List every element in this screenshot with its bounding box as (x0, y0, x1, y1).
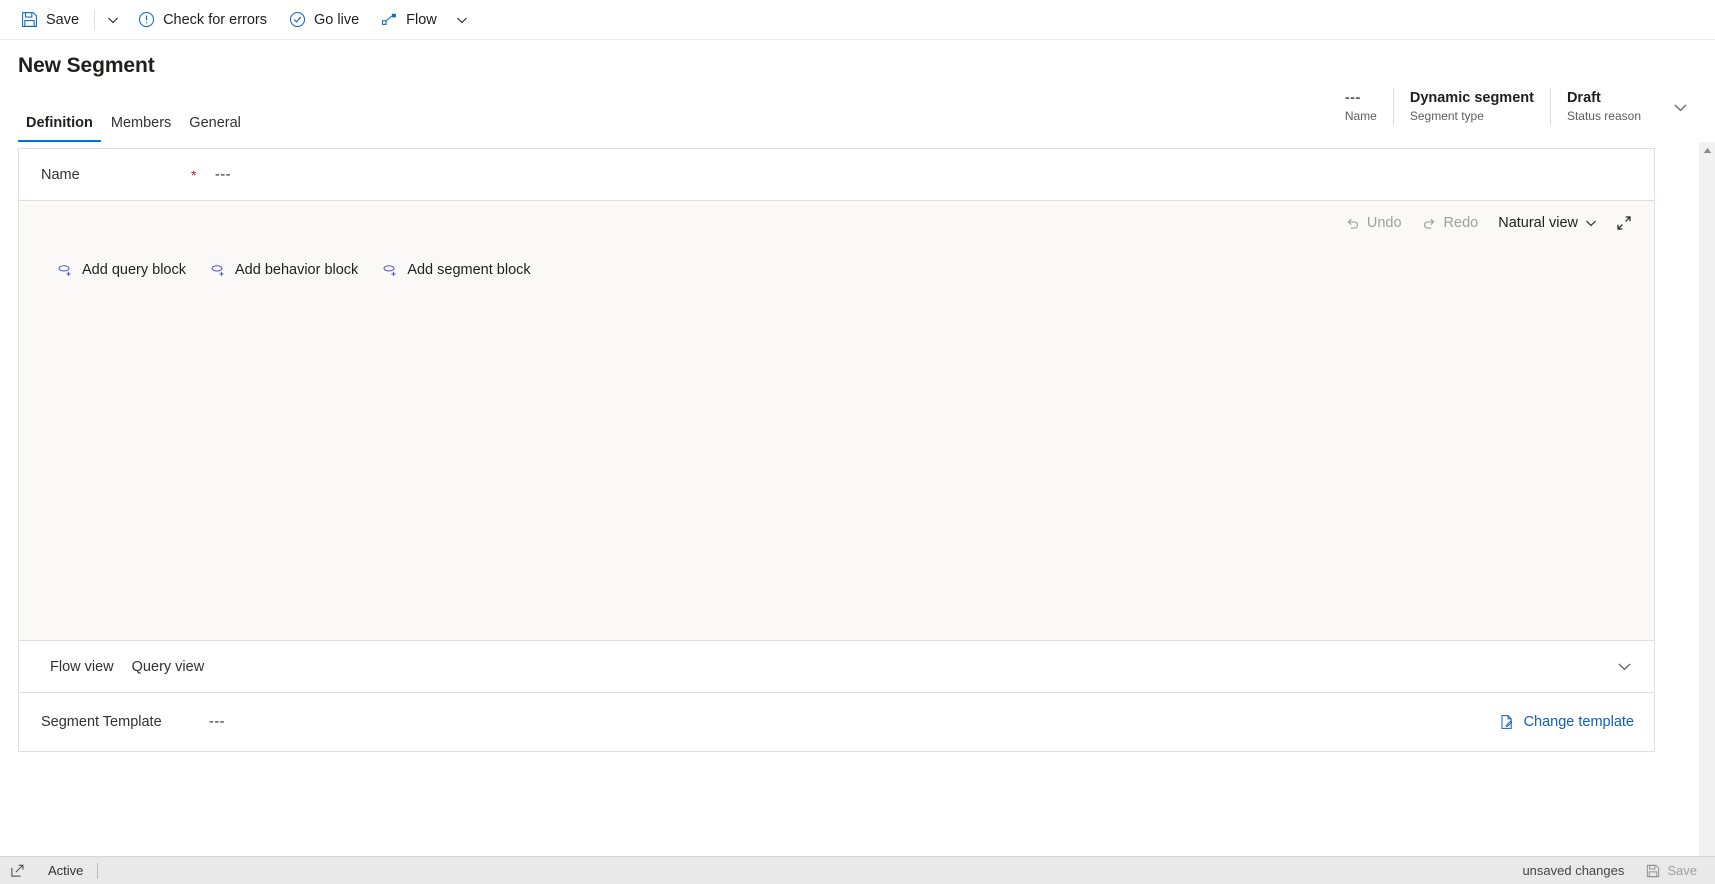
header-field-status-reason-label: Status reason (1566, 109, 1641, 123)
check-for-errors-label: Check for errors (163, 11, 268, 28)
tab-members-label: Members (110, 115, 172, 131)
undo-arrow-icon (1345, 216, 1360, 231)
status-bar-right: unsaved changes Save (1522, 861, 1715, 880)
flow-view-tab-label: Flow view (50, 658, 114, 675)
change-template-label: Change template (1523, 714, 1634, 730)
chevron-down-icon (1673, 100, 1688, 115)
status-bar: Active unsaved changes Save (0, 856, 1715, 884)
page-body: Name * --- Undo Redo Natural view Add qu… (0, 142, 1715, 880)
definition-card: Name * --- Undo Redo Natural view Add qu… (18, 148, 1655, 752)
view-mode-label: Natural view (1498, 215, 1578, 231)
tab-members[interactable]: Members (103, 113, 179, 142)
view-mode-dropdown[interactable]: Natural view (1489, 207, 1606, 239)
go-live-button[interactable]: Go live (278, 0, 370, 40)
add-query-block-button[interactable]: Add query block (49, 257, 194, 283)
expand-diagonal-icon (1616, 215, 1632, 231)
status-state-label: Active (48, 863, 84, 878)
edit-document-icon (1499, 714, 1515, 730)
scroll-up-arrow-icon (1703, 147, 1712, 154)
header-field-name-value: --- (1344, 90, 1361, 106)
unsaved-changes-label: unsaved changes (1522, 863, 1625, 878)
popout-window-button[interactable] (0, 857, 34, 884)
header-summary-fields: --- Name Dynamic segment Segment type Dr… (1329, 88, 1697, 132)
segment-template-row: Segment Template --- Change template (19, 693, 1654, 751)
name-field-label: Name (41, 166, 80, 183)
query-view-tab-label: Query view (131, 658, 205, 675)
header-field-segment-type-label: Segment type (1409, 109, 1484, 123)
expand-canvas-button[interactable] (1608, 207, 1640, 239)
chevron-down-icon (107, 14, 119, 26)
tab-general-label: General (189, 115, 241, 131)
chevron-down-icon (456, 14, 468, 26)
command-bar: Save Check for errors Go live Flow (0, 0, 1715, 40)
segment-designer-canvas[interactable]: Undo Redo Natural view Add query block A… (19, 201, 1654, 641)
query-view-tab[interactable]: Query view (123, 653, 214, 681)
segment-template-value: --- (209, 714, 225, 730)
go-live-label: Go live (314, 11, 360, 28)
collapse-views-button[interactable] (1608, 651, 1640, 683)
add-query-block-icon (57, 262, 73, 278)
header-field-name-label: Name (1344, 109, 1377, 123)
page-scrollbar[interactable] (1698, 142, 1715, 880)
check-for-errors-button[interactable]: Check for errors (127, 0, 278, 40)
required-indicator: * (191, 166, 197, 183)
chevron-down-icon (1585, 217, 1597, 229)
segment-template-label: Segment Template (41, 714, 162, 730)
view-switcher-row: Flow view Query view (19, 641, 1654, 693)
header-field-name: --- Name (1329, 88, 1393, 125)
flow-view-tab[interactable]: Flow view (41, 653, 123, 681)
save-floppy-icon (21, 11, 38, 28)
definition-content: Name * --- Undo Redo Natural view Add qu… (0, 148, 1671, 752)
name-field-row: Name * --- (19, 149, 1654, 201)
add-behavior-block-icon (210, 262, 226, 278)
add-behavior-block-button[interactable]: Add behavior block (202, 257, 366, 283)
save-button[interactable]: Save (10, 0, 90, 40)
undo-button-label: Undo (1366, 215, 1402, 231)
redo-button[interactable]: Redo (1413, 207, 1488, 239)
flow-button[interactable]: Flow (370, 0, 448, 40)
header-field-segment-type-value: Dynamic segment (1409, 90, 1534, 106)
change-template-button[interactable]: Change template (1493, 709, 1640, 735)
tab-general[interactable]: General (181, 113, 249, 142)
flow-options-button[interactable] (448, 0, 476, 40)
save-options-button[interactable] (99, 0, 127, 40)
status-save-button[interactable]: Save (1640, 861, 1703, 880)
canvas-toolbar: Undo Redo Natural view (19, 201, 1654, 245)
command-bar-divider (94, 9, 96, 30)
add-segment-block-button[interactable]: Add segment block (374, 257, 538, 283)
status-divider (97, 862, 99, 879)
save-button-label: Save (46, 11, 80, 28)
check-circle-icon (289, 11, 306, 28)
flow-button-label: Flow (406, 11, 437, 28)
scroll-up-button[interactable] (1699, 142, 1715, 159)
flow-node-icon (381, 11, 398, 28)
header-expand-button[interactable] (1663, 90, 1697, 124)
header-field-status-reason: Draft Status reason (1549, 88, 1657, 125)
redo-arrow-icon (1422, 216, 1437, 231)
add-query-block-label: Add query block (82, 262, 186, 278)
add-segment-block-icon (382, 262, 398, 278)
tab-definition[interactable]: Definition (18, 113, 101, 142)
undo-button[interactable]: Undo (1336, 207, 1411, 239)
save-floppy-icon (1646, 864, 1660, 878)
add-behavior-block-label: Add behavior block (234, 262, 359, 278)
redo-button-label: Redo (1443, 215, 1479, 231)
chevron-down-icon (1617, 659, 1632, 674)
add-segment-block-label: Add segment block (407, 262, 531, 278)
status-save-label: Save (1667, 863, 1697, 878)
header-field-segment-type: Dynamic segment Segment type (1392, 88, 1550, 125)
header-field-status-reason-value: Draft (1566, 90, 1601, 106)
block-action-row: Add query block Add behavior block Add s… (19, 257, 1654, 283)
popout-window-icon (10, 863, 25, 878)
exclamation-circle-icon (138, 11, 155, 28)
page-header: New Segment --- Name Dynamic segment Seg… (0, 40, 1715, 125)
name-input[interactable]: --- (215, 167, 231, 183)
tab-definition-label: Definition (26, 115, 93, 131)
page-title: New Segment (18, 54, 155, 77)
